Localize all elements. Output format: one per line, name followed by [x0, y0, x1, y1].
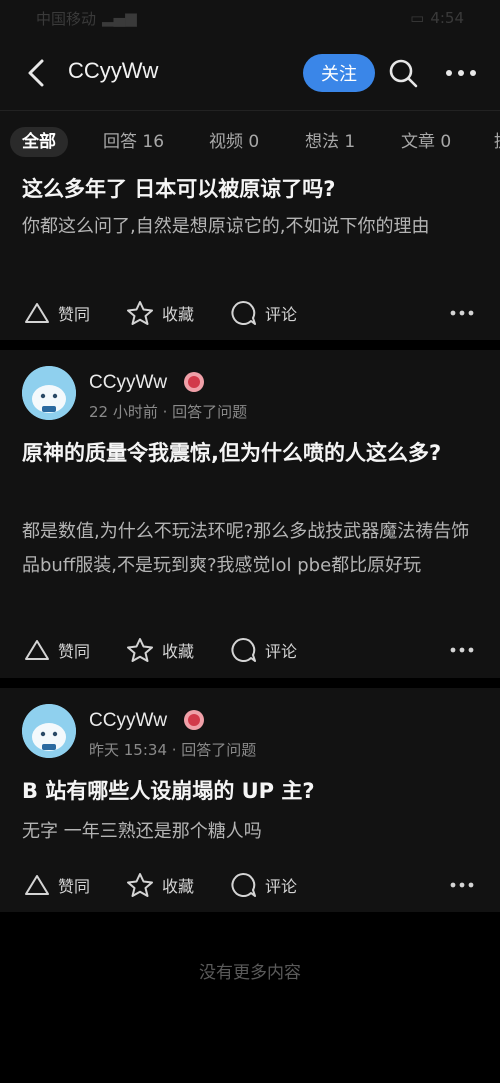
- tab-answers[interactable]: 回答 16: [103, 127, 164, 157]
- agree-button[interactable]: 赞同: [24, 867, 90, 903]
- collect-label: 收藏: [162, 642, 195, 661]
- avatar[interactable]: [22, 704, 76, 758]
- action-bar: 赞同 收藏 评论: [0, 867, 500, 903]
- avatar[interactable]: [22, 366, 76, 420]
- comment-icon: [231, 872, 256, 897]
- carrier-label: 中国移动: [36, 9, 97, 28]
- question-title[interactable]: 原神的质量令我震惊,但为什么喷的人这么多?: [22, 436, 482, 470]
- status-bar: 中国移动 ▂▄▆ ▭ 4:54: [0, 0, 500, 36]
- collect-button[interactable]: 收藏: [126, 867, 194, 903]
- verified-badge-icon: [184, 710, 204, 730]
- triangle-up-icon: [25, 640, 49, 660]
- card-more-icon[interactable]: [450, 875, 474, 895]
- comment-label: 评论: [265, 877, 298, 896]
- comment-button[interactable]: 评论: [230, 632, 297, 668]
- search-icon[interactable]: [388, 58, 418, 88]
- answer-excerpt[interactable]: 都是数值,为什么不玩法环呢?那么多战技武器魔法祷告饰品buff服装,不是玩到爽?…: [22, 515, 482, 583]
- end-of-list-text: 没有更多内容: [199, 963, 301, 983]
- author-name[interactable]: CCyyWw: [89, 710, 167, 732]
- question-title[interactable]: 这么多年了 日本可以被原谅了吗?: [22, 172, 482, 206]
- feed-card[interactable]: CCyyWw 昨天 15:34 · 回答了问题 B 站有哪些人设崩塌的 UP 主…: [0, 688, 500, 912]
- signal-icon: ▂▄▆: [102, 9, 137, 27]
- collect-label: 收藏: [162, 877, 195, 896]
- clock: 4:54: [430, 9, 464, 27]
- star-icon: [127, 638, 153, 662]
- content-tabs: 全部 回答 16 视频 0 想法 1 文章 0 提: [0, 110, 500, 170]
- feed-card[interactable]: 这么多年了 日本可以被原谅了吗? 你都这么问了,自然是想原谅它的,不如说下你的理…: [0, 170, 500, 340]
- comment-button[interactable]: 评论: [230, 295, 297, 331]
- comment-label: 评论: [265, 305, 298, 324]
- collect-label: 收藏: [162, 305, 195, 324]
- profile-header: CCyyWw 关注: [0, 36, 500, 110]
- comment-icon: [231, 300, 256, 325]
- verified-badge-icon: [184, 372, 204, 392]
- battery-icon: ▭: [410, 9, 425, 27]
- comment-label: 评论: [265, 642, 298, 661]
- question-title[interactable]: B 站有哪些人设崩塌的 UP 主?: [22, 774, 482, 808]
- post-meta: 22 小时前 · 回答了问题: [89, 403, 248, 421]
- triangle-up-icon: [25, 303, 49, 323]
- tab-thoughts[interactable]: 想法 1: [305, 127, 355, 157]
- star-icon: [127, 301, 153, 325]
- collect-button[interactable]: 收藏: [126, 632, 194, 668]
- back-icon[interactable]: [22, 58, 52, 88]
- agree-button[interactable]: 赞同: [24, 295, 90, 331]
- answer-excerpt[interactable]: 无字 一年三熟还是那个糖人吗: [22, 815, 482, 849]
- collect-button[interactable]: 收藏: [126, 295, 194, 331]
- tab-videos[interactable]: 视频 0: [209, 127, 259, 157]
- answer-excerpt[interactable]: 你都这么问了,自然是想原谅它的,不如说下你的理由: [22, 210, 482, 244]
- agree-button[interactable]: 赞同: [24, 632, 90, 668]
- comment-button[interactable]: 评论: [230, 867, 297, 903]
- feed-card[interactable]: CCyyWw 22 小时前 · 回答了问题 原神的质量令我震惊,但为什么喷的人这…: [0, 350, 500, 678]
- action-bar: 赞同 收藏 评论: [0, 632, 500, 668]
- comment-icon: [231, 637, 256, 662]
- agree-label: 赞同: [58, 877, 91, 896]
- author-name[interactable]: CCyyWw: [89, 372, 167, 394]
- tab-articles[interactable]: 文章 0: [401, 127, 451, 157]
- agree-label: 赞同: [58, 305, 91, 324]
- star-icon: [127, 873, 153, 897]
- tab-all[interactable]: 全部: [10, 127, 68, 157]
- tab-more[interactable]: 提: [494, 127, 500, 157]
- post-meta: 昨天 15:34 · 回答了问题: [89, 741, 257, 759]
- card-more-icon[interactable]: [450, 303, 474, 323]
- header-title: CCyyWw: [68, 58, 159, 83]
- card-more-icon[interactable]: [450, 640, 474, 660]
- action-bar: 赞同 收藏 评论: [0, 295, 500, 331]
- triangle-up-icon: [25, 875, 49, 895]
- follow-button[interactable]: 关注: [303, 54, 375, 92]
- agree-label: 赞同: [58, 642, 91, 661]
- more-icon[interactable]: [444, 58, 478, 88]
